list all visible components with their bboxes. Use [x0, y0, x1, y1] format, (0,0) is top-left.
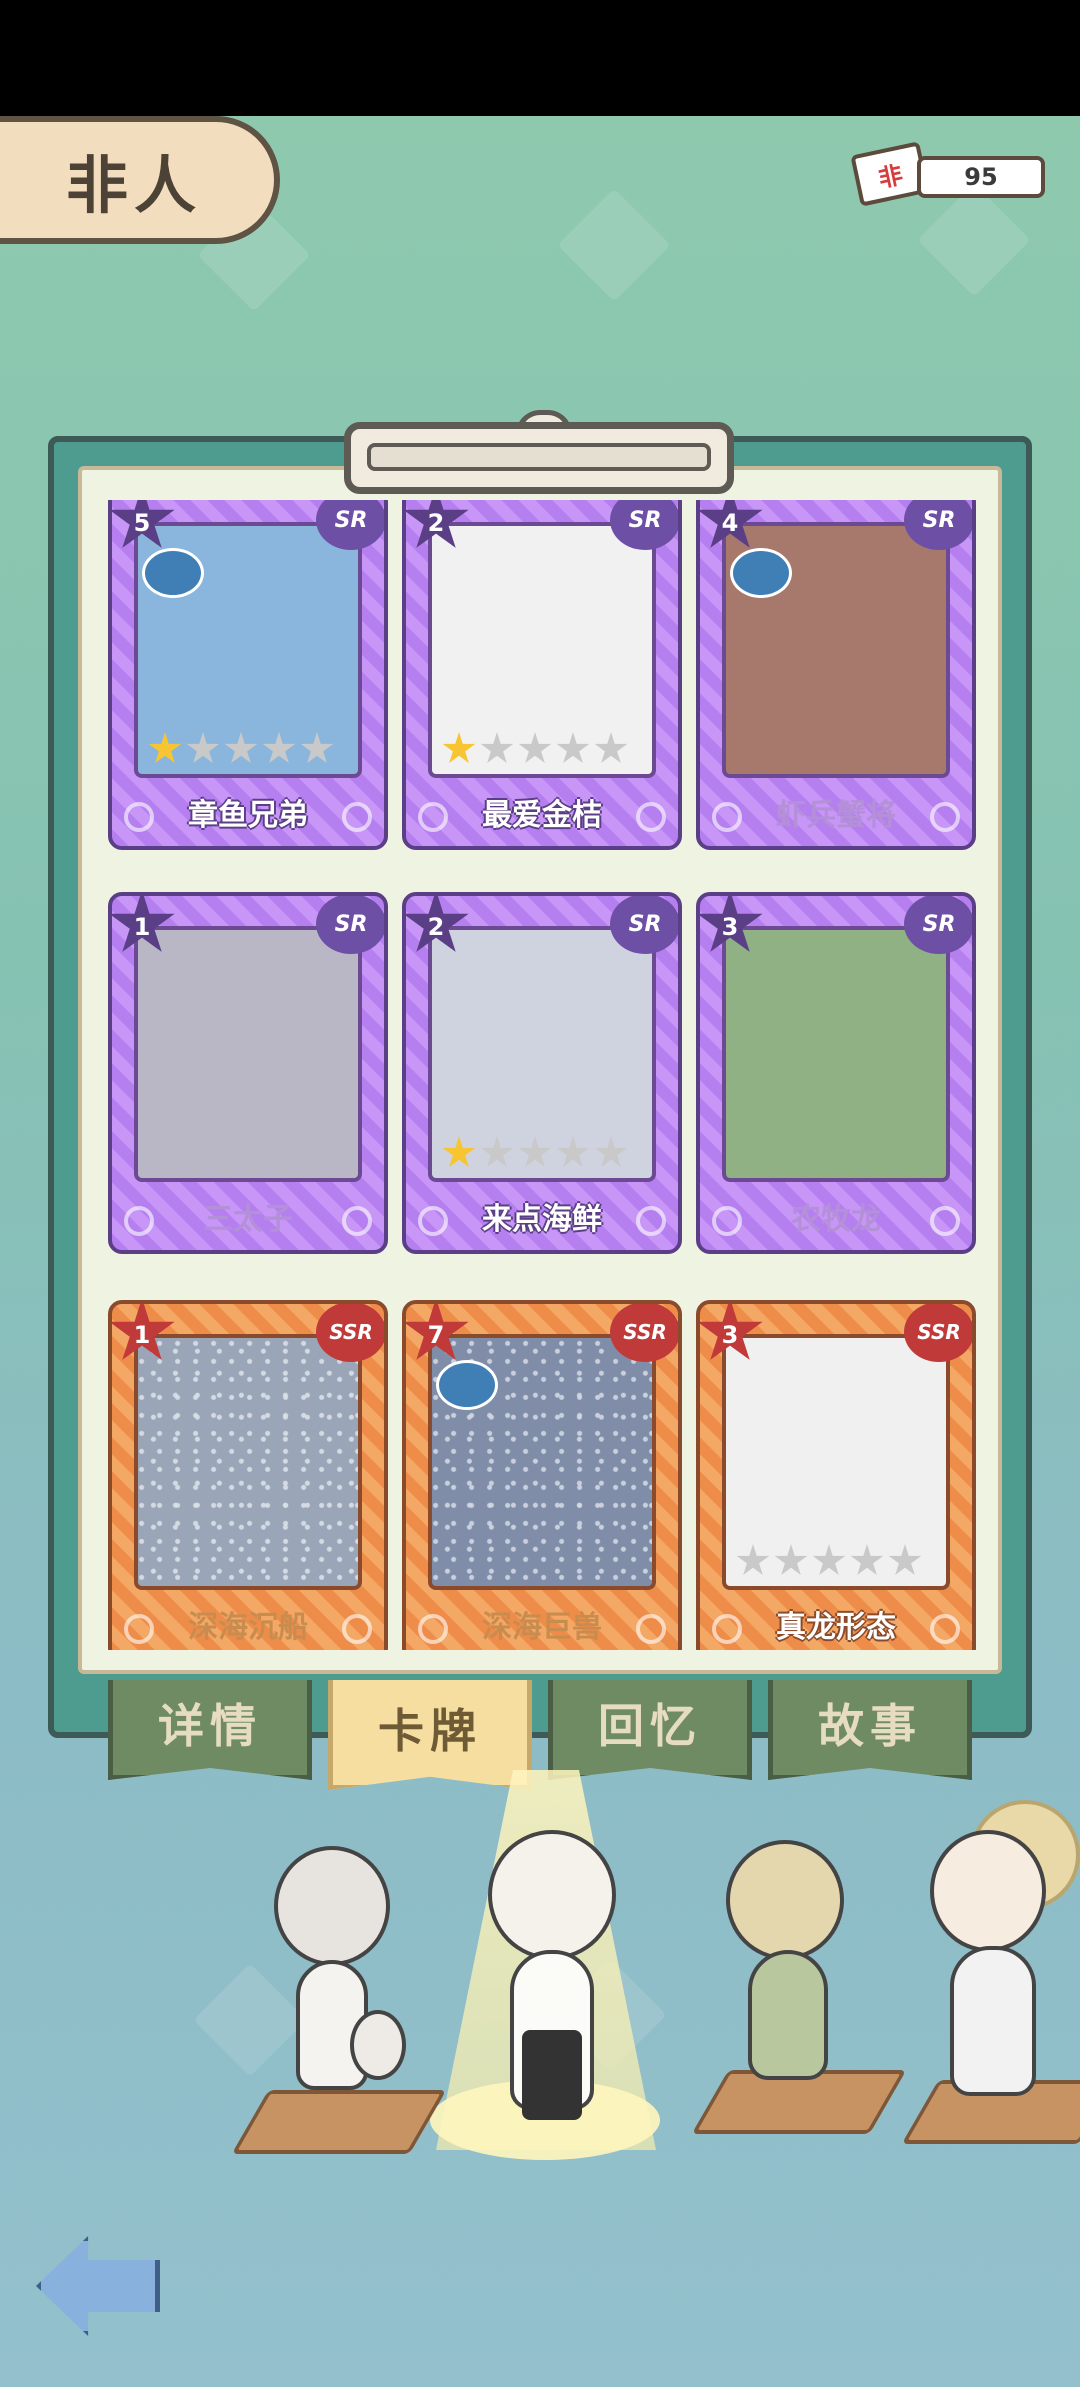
tab-memories[interactable]: 回忆 [548, 1680, 752, 1780]
character-suit-man[interactable] [900, 1800, 1080, 2144]
card-stars [442, 1136, 628, 1170]
back-arrow-icon [36, 2236, 160, 2336]
card-name: 章鱼兄弟 [188, 798, 308, 833]
character-white-bear-girl[interactable] [231, 1840, 447, 2154]
character-tail [350, 2010, 406, 2080]
tab-cards[interactable]: 卡牌 [328, 1680, 532, 1790]
star-icon [774, 1544, 808, 1575]
star-icon [186, 732, 220, 763]
star-icon [300, 732, 334, 763]
card-item[interactable]: 4 SR 虾兵蟹将 [696, 500, 976, 850]
fish-icon [730, 548, 792, 598]
back-button[interactable] [36, 2236, 160, 2348]
star-icon [148, 732, 182, 763]
star-icon [480, 1136, 514, 1167]
card-rarity-badge: SR [316, 896, 384, 954]
bg-diamond [557, 188, 671, 302]
card-name: 三太子 [203, 1202, 293, 1237]
character-legs [522, 2030, 582, 2120]
tab-details[interactable]: 详情 [108, 1680, 312, 1780]
card-rarity-badge: SSR [904, 1304, 972, 1362]
character-body [950, 1946, 1036, 2096]
card-rarity-badge: SR [610, 896, 678, 954]
card-item[interactable]: 7 SSR 深海巨兽 [402, 1300, 682, 1650]
card-grid[interactable]: 5 SR 章鱼兄弟 2 SR 最爱金桔 4 SR 虾兵蟹将 1 SR 三太子 2 SR 来点海鲜 3 SR 农牧龙… [90, 500, 990, 1650]
card-name: 深海巨兽 [482, 1610, 602, 1645]
card-item[interactable]: 2 SR 最爱金桔 [402, 500, 682, 850]
star-icon [518, 1136, 552, 1167]
character-rabbit-girl[interactable] [690, 1790, 907, 2134]
star-icon [594, 1136, 628, 1167]
character-body [748, 1950, 828, 2080]
locked-sparkle-overlay [138, 1338, 358, 1586]
character-head [930, 1830, 1046, 1952]
card-rarity-badge: SSR [610, 1304, 678, 1362]
card-stars [736, 1544, 922, 1578]
card-item[interactable]: 5 SR 章鱼兄弟 [108, 500, 388, 850]
clipboard-clip [344, 422, 734, 494]
card-stars [442, 732, 628, 766]
card-rarity-badge: SR [904, 896, 972, 954]
character-head [726, 1840, 844, 1960]
character-head [488, 1830, 616, 1960]
star-icon [594, 732, 628, 763]
star-icon [480, 732, 514, 763]
ticket-icon-text: 非 [875, 160, 906, 193]
card-art [134, 1334, 362, 1590]
card-item[interactable]: 2 SR 来点海鲜 [402, 892, 682, 1254]
card-item[interactable]: 1 SR 三太子 [108, 892, 388, 1254]
card-item[interactable]: 3 SSR 真龙形态 [696, 1300, 976, 1650]
card-item[interactable]: 3 SR 农牧龙 [696, 892, 976, 1254]
character-head [274, 1846, 390, 1966]
character-dragon-man[interactable] [460, 1800, 640, 2140]
card-rarity-badge: SSR [316, 1304, 384, 1362]
card-name: 农牧龙 [791, 1202, 881, 1237]
card-item[interactable]: 1 SSR 深海沉船 [108, 1300, 388, 1650]
card-name: 最爱金桔 [482, 798, 602, 833]
star-icon [442, 1136, 476, 1167]
ticket-count: 95 [917, 156, 1045, 198]
ticket-counter[interactable]: 非 95 [850, 141, 1045, 207]
card-name: 来点海鲜 [482, 1202, 602, 1237]
page-title-tab: 非人 [0, 116, 280, 244]
star-icon [556, 1136, 590, 1167]
star-icon [888, 1544, 922, 1575]
star-icon [262, 732, 296, 763]
star-icon [556, 732, 590, 763]
status-bar [0, 0, 1080, 116]
card-stars [148, 732, 334, 766]
fish-icon [142, 548, 204, 598]
star-icon [736, 1544, 770, 1575]
star-icon [442, 732, 476, 763]
star-icon [224, 732, 258, 763]
star-icon [850, 1544, 884, 1575]
page-title: 非人 [66, 149, 203, 222]
card-art [134, 926, 362, 1182]
star-icon [812, 1544, 846, 1575]
card-name: 真龙形态 [776, 1610, 896, 1645]
fish-icon [436, 1360, 498, 1410]
card-art [722, 926, 950, 1182]
character-stand [231, 2090, 447, 2154]
card-name: 深海沉船 [188, 1610, 308, 1645]
card-name: 虾兵蟹将 [776, 798, 896, 833]
star-icon [518, 732, 552, 763]
tab-story[interactable]: 故事 [768, 1680, 972, 1780]
